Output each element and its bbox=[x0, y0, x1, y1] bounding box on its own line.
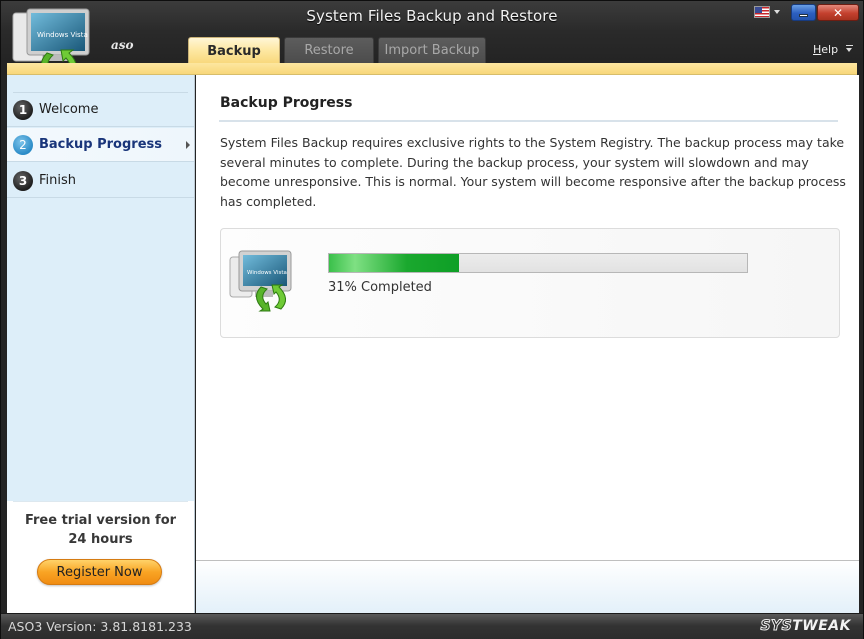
trial-notice: Free trial version for 24 hours bbox=[7, 511, 194, 549]
step-number-badge: 2 bbox=[13, 134, 33, 155]
brand-part2: TWEAK bbox=[792, 618, 851, 634]
help-dropdown-icon[interactable] bbox=[846, 45, 853, 53]
status-bar: ASO3 Version: 3.81.8181.233 SYSTWEAK bbox=[1, 613, 863, 639]
brand-part1: SYS bbox=[760, 618, 793, 635]
progress-bar-fill bbox=[329, 254, 459, 272]
page-title: Backup Progress bbox=[220, 95, 353, 111]
app-window: System Files Backup and Restore ✕ Window… bbox=[0, 0, 864, 639]
register-now-button[interactable]: Register Now bbox=[37, 559, 162, 585]
step-number-badge: 1 bbox=[13, 99, 33, 120]
minimize-button[interactable] bbox=[791, 4, 816, 21]
main-footer bbox=[196, 560, 859, 613]
step-label: Finish bbox=[39, 173, 77, 188]
us-flag-icon[interactable] bbox=[754, 6, 770, 18]
help-label: elp bbox=[821, 43, 839, 56]
step-number-badge: 3 bbox=[13, 170, 33, 191]
backup-computer-icon: Windows Vista bbox=[229, 250, 292, 312]
language-dropdown-caret-icon[interactable] bbox=[774, 10, 780, 14]
main-panel: Backup Progress System Files Backup requ… bbox=[196, 75, 859, 613]
step-label: Backup Progress bbox=[39, 137, 162, 152]
trial-panel: Free trial version for 24 hours Register… bbox=[7, 501, 194, 613]
step-label: Welcome bbox=[39, 102, 99, 117]
trial-text-line1: Free trial version for bbox=[24, 513, 177, 528]
help-menu[interactable]: Help bbox=[813, 43, 838, 56]
sidebar-step-finish[interactable]: 3 Finish bbox=[7, 164, 194, 198]
tab-backup[interactable]: Backup bbox=[188, 37, 280, 64]
progress-bar bbox=[328, 253, 748, 273]
tab-strip bbox=[7, 63, 857, 75]
tab-import-backup[interactable]: Import Backup bbox=[378, 37, 486, 63]
divider bbox=[219, 120, 838, 122]
app-label: aso bbox=[111, 38, 134, 52]
sidebar: 1 Welcome 2 Backup Progress 3 Finish Fre… bbox=[7, 75, 195, 613]
window-title: System Files Backup and Restore bbox=[306, 7, 558, 25]
progress-panel: Windows Vista 31% Completed bbox=[220, 228, 840, 338]
version-text: ASO3 Version: 3.81.8181.233 bbox=[8, 619, 192, 634]
close-button[interactable]: ✕ bbox=[817, 4, 859, 21]
progress-label: 31% Completed bbox=[328, 280, 432, 295]
trial-text-line2: 24 hours bbox=[68, 532, 133, 547]
systweak-logo: SYSTWEAK bbox=[760, 618, 851, 635]
svg-text:Windows Vista: Windows Vista bbox=[37, 31, 88, 39]
description-text: System Files Backup requires exclusive r… bbox=[220, 135, 846, 209]
sidebar-step-backup-progress[interactable]: 2 Backup Progress bbox=[7, 128, 194, 162]
svg-text:Windows Vista: Windows Vista bbox=[247, 270, 287, 276]
close-icon: ✕ bbox=[832, 5, 844, 20]
minimize-icon bbox=[799, 13, 808, 17]
sidebar-step-welcome[interactable]: 1 Welcome bbox=[7, 93, 194, 127]
chevron-right-icon bbox=[186, 141, 190, 149]
divider bbox=[13, 501, 188, 502]
tab-restore[interactable]: Restore bbox=[284, 37, 374, 63]
